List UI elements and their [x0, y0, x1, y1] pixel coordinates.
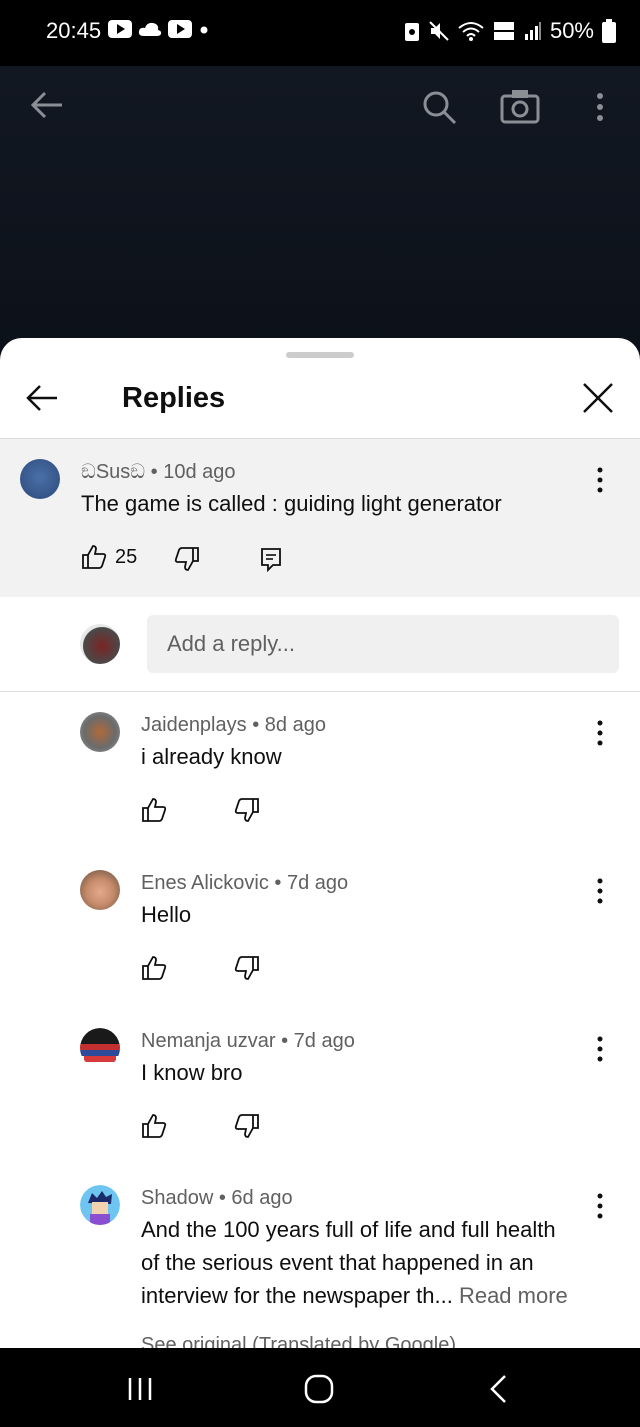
thumb-down-icon[interactable] [174, 546, 200, 572]
status-time: 20:45 [46, 18, 102, 43]
reply-input[interactable]: Add a reply... [147, 615, 619, 673]
more-vert-icon[interactable] [590, 878, 610, 904]
my-avatar [80, 624, 120, 664]
comment-text: The game is called : guiding light gener… [81, 491, 502, 516]
avatar[interactable] [80, 1028, 120, 1068]
system-icons: 50% [404, 18, 616, 44]
thumb-up-icon[interactable] [141, 1113, 167, 1139]
meta-separator: • [252, 714, 260, 736]
comment-meta: Jaidenplays • 8d ago [141, 714, 326, 737]
thumb-down-icon[interactable] [234, 955, 260, 981]
comment-age: 7d ago [293, 1030, 355, 1052]
avatar[interactable] [80, 712, 120, 752]
battery-percent: 50% [549, 18, 594, 43]
comment-text: Hello [141, 902, 192, 927]
author-name[interactable]: Shadow [141, 1187, 213, 1209]
reply-divider [0, 691, 640, 692]
more-vert-icon[interactable] [590, 1036, 610, 1062]
cloud-icon [138, 22, 162, 36]
meta-separator: • [218, 1187, 226, 1209]
comment-text-line: interview for the newspaper th... Read m… [141, 1279, 568, 1312]
sheet-title: Replies [122, 382, 226, 414]
comment-meta: ඞSusඞ • 10d ago [81, 461, 236, 484]
comment-age: 10d ago [163, 461, 236, 483]
youtube-notification-icon [168, 20, 192, 38]
comment-age: 8d ago [264, 714, 326, 736]
thumb-down-icon[interactable] [234, 1113, 260, 1139]
mute-icon [429, 21, 449, 41]
meta-separator: • [150, 461, 158, 483]
meta-separator: • [274, 872, 282, 894]
comment-text-line: of the serious event that happened in an [141, 1250, 534, 1275]
avatar[interactable] [20, 459, 60, 499]
close-icon[interactable] [580, 380, 616, 416]
see-original-link[interactable]: See original (Translated by Google) [141, 1334, 456, 1348]
camera-icon[interactable] [500, 88, 540, 124]
read-more-link[interactable]: Read more [459, 1283, 568, 1308]
home-icon[interactable] [304, 1374, 334, 1404]
sheet-header: Replies [0, 368, 640, 438]
comment-age: 7d ago [286, 872, 349, 894]
thumb-up-icon[interactable] [141, 797, 167, 823]
thumb-up-icon[interactable] [141, 955, 167, 981]
system-nav-bar [0, 1348, 640, 1427]
youtube-notification-icon [108, 20, 132, 38]
drag-handle[interactable] [286, 352, 354, 358]
comment-text-line: And the 100 years full of life and full … [141, 1217, 556, 1242]
thumb-down-icon[interactable] [234, 797, 260, 823]
author-name[interactable]: Enes Alickovic [141, 872, 269, 894]
back-nav-icon[interactable] [488, 1374, 508, 1404]
author-name[interactable]: ඞSusඞ [81, 461, 145, 483]
comment-age: 6d ago [231, 1187, 293, 1209]
more-vert-icon[interactable] [590, 467, 610, 493]
author-name[interactable]: Jaidenplays [141, 714, 247, 736]
battery-icon [602, 19, 616, 43]
comment-text: And the 100 years full of life and full … [141, 1213, 568, 1312]
replies-sheet: Replies ඞSusඞ • 10d ago The game is call… [0, 338, 640, 1348]
avatar[interactable] [80, 870, 120, 910]
like-button[interactable]: 25 [81, 544, 137, 570]
more-vert-icon[interactable] [590, 1193, 610, 1219]
back-arrow-icon[interactable] [30, 90, 64, 120]
parent-comment: ඞSusඞ • 10d ago The game is called : gui… [0, 439, 640, 597]
comment-text-fragment: interview for the newspaper th... [141, 1283, 453, 1308]
comment-meta: Enes Alickovic • 7d ago [141, 872, 348, 895]
author-name[interactable]: Nemanja uzvar [141, 1030, 276, 1052]
lte-icon [493, 22, 514, 40]
saver-icon [404, 23, 419, 41]
status-bar: 20:45 50% [0, 0, 640, 66]
meta-separator: • [281, 1030, 289, 1052]
avatar[interactable] [80, 1185, 120, 1225]
more-vert-icon[interactable] [592, 92, 608, 122]
comment-text: I know bro [141, 1060, 243, 1085]
signal-icon [524, 22, 541, 40]
comment-meta: Shadow • 6d ago [141, 1187, 293, 1210]
recent-apps-icon[interactable] [126, 1376, 154, 1402]
search-icon[interactable] [422, 90, 458, 126]
reply-icon[interactable] [259, 546, 283, 572]
comment-meta: Nemanja uzvar • 7d ago [141, 1030, 355, 1053]
dot-icon [200, 26, 208, 34]
more-vert-icon[interactable] [590, 720, 610, 746]
comment-text: i already know [141, 744, 282, 769]
thumb-up-icon [82, 545, 107, 569]
back-arrow-icon[interactable] [24, 380, 60, 416]
like-count: 25 [115, 545, 138, 568]
wifi-icon [458, 22, 484, 41]
notification-icons [108, 20, 210, 38]
video-player[interactable] [0, 66, 640, 356]
